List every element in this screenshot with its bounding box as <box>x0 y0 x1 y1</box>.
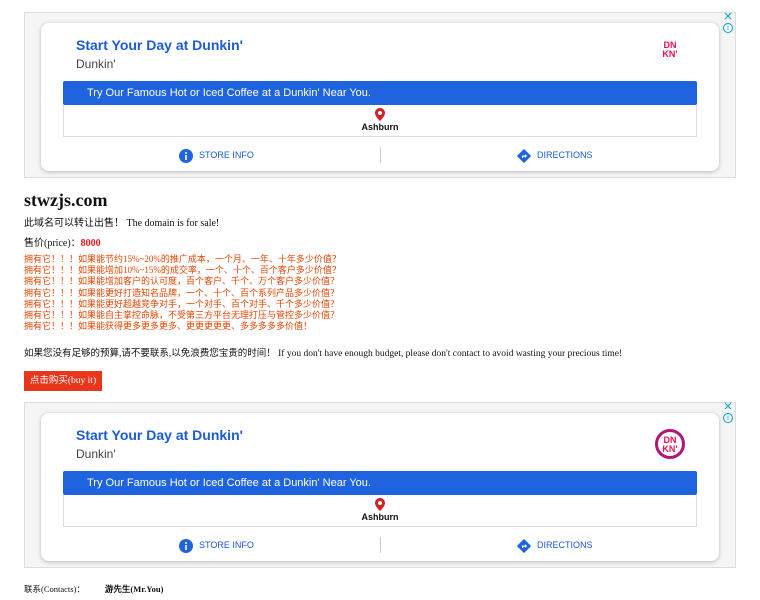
ad-subtitle: Dunkin' <box>76 57 116 71</box>
ad-title[interactable]: Start Your Day at Dunkin' <box>76 37 243 53</box>
for-sale-text: 此域名可以转让出售！ The domain is for sale! <box>24 218 220 229</box>
info-icon <box>179 538 193 553</box>
buy-button[interactable]: 点击购买(buy it) <box>24 371 102 391</box>
pitch-line: 拥有它！！！如果能更好打造知名品牌，一个、十个、百个系列产品多少价值？ <box>24 287 340 298</box>
contact-value: 游先生(Mr.You) <box>104 584 164 594</box>
map-pin-icon <box>375 498 385 511</box>
budget-note: 如果您没有足够的预算,请不要联系,以免浪费您宝贵的时间！ If you don'… <box>24 349 623 359</box>
directions-icon <box>517 148 531 163</box>
ad-map[interactable]: Ashburn <box>63 105 697 137</box>
price-value: 8000 <box>80 238 101 249</box>
directions-label: DIRECTIONS <box>537 150 593 160</box>
ad-banner-text[interactable]: Try Our Famous Hot or Iced Coffee at a D… <box>63 81 697 105</box>
store-info-button[interactable]: STORE INFO <box>179 533 254 557</box>
domain-title: stwzjs.com <box>24 190 108 210</box>
ad-card[interactable]: Start Your Day at Dunkin' Dunkin' DN KN'… <box>41 413 719 561</box>
store-info-label: STORE INFO <box>199 150 254 160</box>
pitch-line: 拥有它！！！如果能增加10%~15%的成交率，一个、十个、百个客户多少价值？ <box>24 265 341 276</box>
ad-info-icon[interactable]: i <box>723 23 733 33</box>
ad-info-icon[interactable]: i <box>723 413 733 423</box>
directions-icon <box>517 538 531 553</box>
ad-banner-top[interactable]: ✕ i Start Your Day at Dunkin' Dunkin' DN… <box>24 11 736 178</box>
directions-label: DIRECTIONS <box>537 540 593 550</box>
info-icon <box>179 148 193 163</box>
directions-button[interactable]: DIRECTIONS <box>517 533 593 557</box>
price-label: 售价(price)： <box>24 238 81 249</box>
directions-button[interactable]: DIRECTIONS <box>517 143 593 167</box>
dunkin-logo-icon: DN KN' <box>662 40 678 59</box>
dunkin-logo-icon: DN KN' <box>655 429 685 459</box>
pitch-line: 拥有它！！！如果能获得更多更多更多、更更更更更、多多多多多价值！ <box>24 321 313 332</box>
ad-banner-text[interactable]: Try Our Famous Hot or Iced Coffee at a D… <box>63 471 697 495</box>
actions-divider <box>380 537 381 553</box>
ad-map[interactable]: Ashburn <box>63 495 697 527</box>
actions-divider <box>380 147 381 163</box>
ad-close-icon[interactable]: ✕ <box>723 401 733 412</box>
ad-card[interactable]: Start Your Day at Dunkin' Dunkin' DN KN'… <box>41 23 719 171</box>
pitch-line: 拥有它！！！如果能更好超越竞争对手，一个对手、百个对手、千个多少价值？ <box>24 298 340 309</box>
store-info-label: STORE INFO <box>199 540 254 550</box>
contact-line: 联系(Contacts)： 游先生(Mr.You) <box>24 583 163 595</box>
pitch-line: 拥有它！！！如果能增加客户的认可度，百个客户、千个、万个客户多少价值？ <box>24 276 340 287</box>
pitch-line: 拥有它！！！如果能自主掌控命脉，不受第三方平台无理打压与管控多少价值？ <box>24 310 340 321</box>
ad-subtitle: Dunkin' <box>76 447 116 461</box>
pitch-line: 拥有它！！！如果能节约15%~20%的推广成本，一个月、一年、十年多少价值？ <box>24 254 341 264</box>
store-info-button[interactable]: STORE INFO <box>179 143 254 167</box>
pitch-list: 拥有它！！！如果能节约15%~20%的推广成本，一个月、一年、十年多少价值？ 拥… <box>24 254 341 332</box>
ad-banner-bottom[interactable]: ✕ i Start Your Day at Dunkin' Dunkin' DN… <box>24 401 736 568</box>
ad-city: Ashburn <box>361 512 399 522</box>
ad-close-icon[interactable]: ✕ <box>723 11 733 22</box>
ad-title[interactable]: Start Your Day at Dunkin' <box>76 427 243 443</box>
ad-actions: STORE INFO DIRECTIONS <box>41 143 719 167</box>
contact-label: 联系(Contacts)： <box>24 584 85 594</box>
ad-actions: STORE INFO DIRECTIONS <box>41 533 719 557</box>
map-pin-icon <box>375 108 385 121</box>
ad-city: Ashburn <box>361 122 399 132</box>
price-line: 售价(price)：8000 <box>24 234 101 249</box>
